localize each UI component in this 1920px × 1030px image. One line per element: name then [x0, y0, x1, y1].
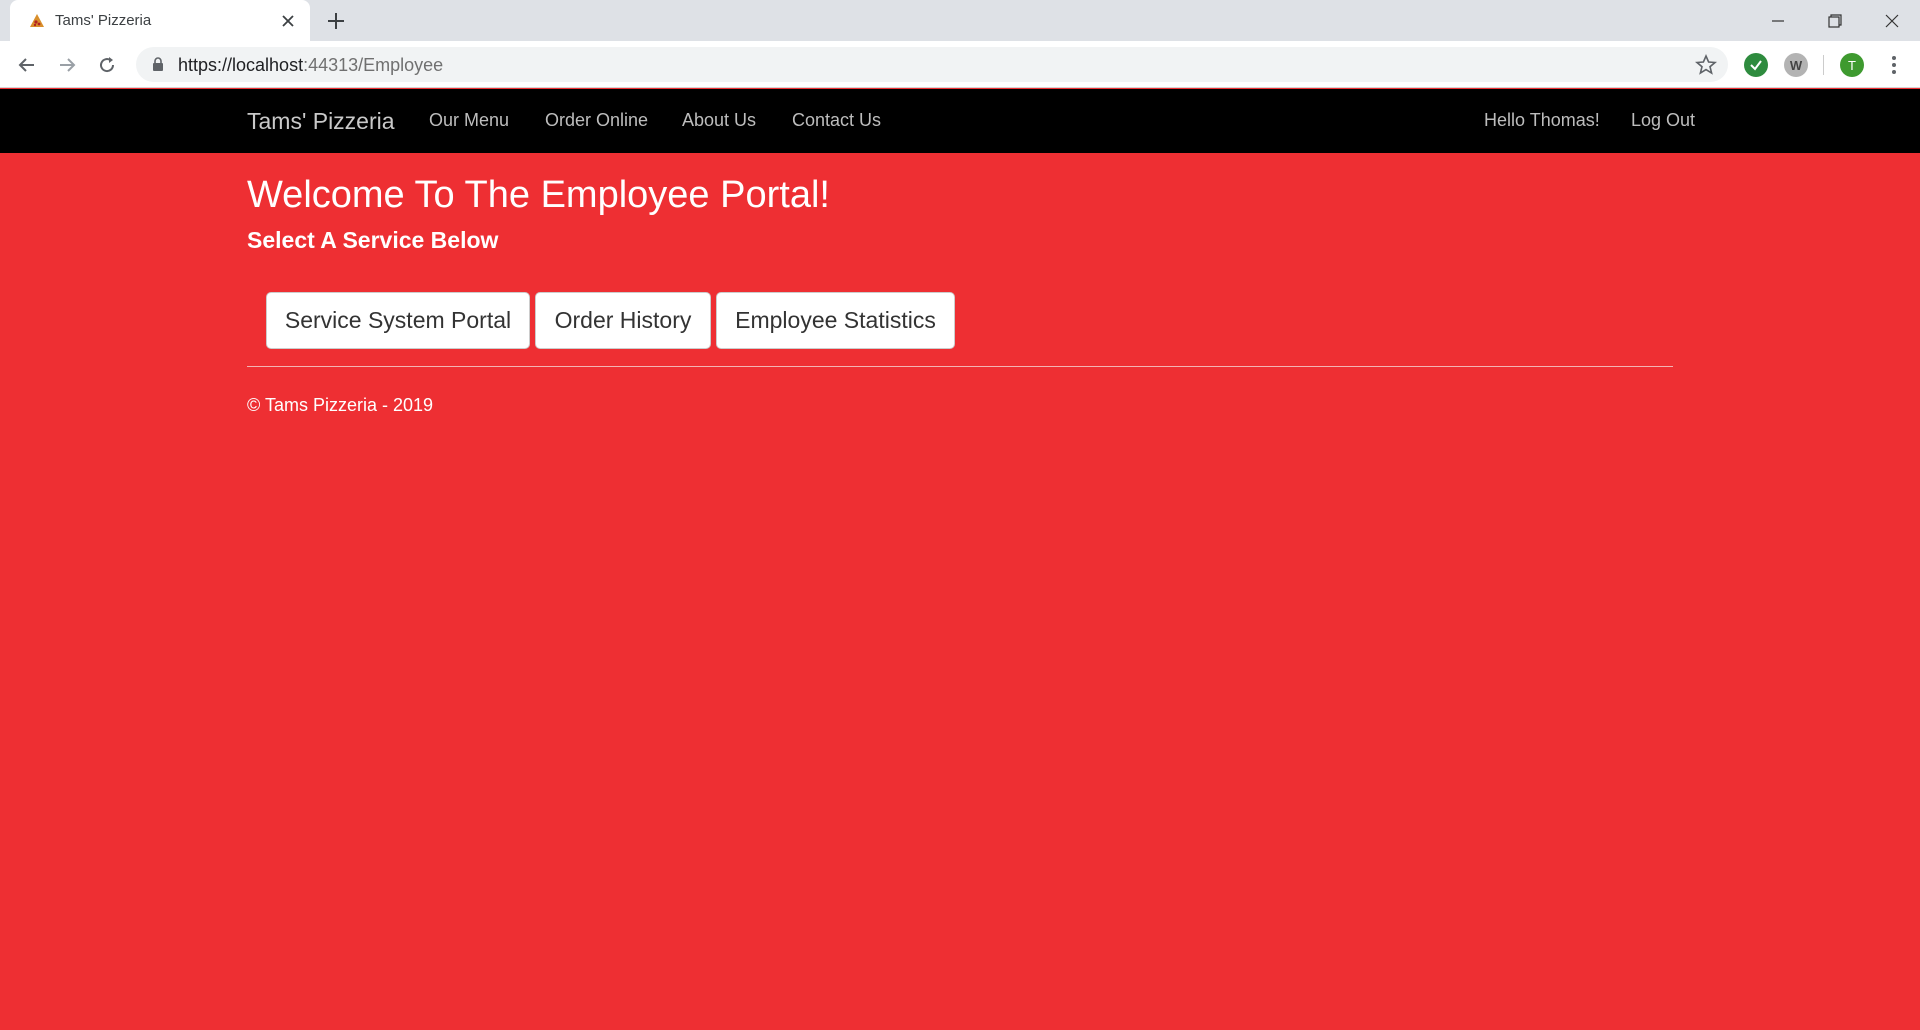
new-tab-icon[interactable]: [324, 9, 348, 33]
url-text: https://localhost:44313/Employee: [178, 55, 443, 76]
restore-window-button[interactable]: [1806, 0, 1863, 41]
browser-tab-strip: Tams' Pizzeria: [0, 0, 1920, 41]
extension-w-icon[interactable]: W: [1784, 53, 1808, 77]
reload-button[interactable]: [93, 51, 121, 79]
back-button[interactable]: [13, 51, 41, 79]
close-tab-icon[interactable]: [278, 11, 298, 31]
nav-link-order-online[interactable]: Order Online: [545, 110, 648, 131]
footer-divider: [247, 366, 1673, 367]
page-subtitle: Select A Service Below: [247, 227, 499, 253]
reload-icon: [100, 57, 115, 73]
url-path: :44313/Employee: [303, 55, 444, 75]
footer-copyright: © Tams Pizzeria - 2019: [247, 395, 434, 415]
logout-link[interactable]: Log Out: [1631, 110, 1695, 131]
close-window-button[interactable]: [1863, 0, 1920, 41]
minimize-window-button[interactable]: [1749, 0, 1806, 41]
order-history-button[interactable]: Order History: [535, 292, 711, 349]
pizza-favicon-icon: [30, 14, 44, 27]
arrow-left-icon: [18, 58, 34, 72]
nav-link-our-menu[interactable]: Our Menu: [429, 110, 509, 131]
site-navbar: Tams' Pizzeria Our Menu Order Online Abo…: [0, 89, 1920, 153]
employee-statistics-button[interactable]: Employee Statistics: [716, 292, 955, 349]
arrow-right-icon: [60, 58, 76, 72]
lock-icon: [153, 57, 163, 71]
nav-link-about-us[interactable]: About Us: [682, 110, 756, 131]
tab-title: Tams' Pizzeria: [55, 12, 152, 29]
user-greeting-link[interactable]: Hello Thomas!: [1484, 110, 1600, 131]
address-bar[interactable]: https://localhost:44313/Employee: [136, 47, 1728, 82]
url-host: https://localhost: [178, 55, 304, 75]
page-title: Welcome To The Employee Portal!: [247, 174, 830, 216]
browser-tab[interactable]: Tams' Pizzeria: [10, 0, 310, 41]
bookmark-star-icon[interactable]: [1694, 53, 1718, 77]
minimize-icon: [1771, 19, 1784, 22]
toolbar-separator: [1823, 55, 1824, 75]
browser-toolbar: https://localhost:44313/Employee W T: [0, 41, 1920, 88]
extension-check-icon[interactable]: [1744, 53, 1768, 77]
service-system-portal-button[interactable]: Service System Portal: [266, 292, 530, 349]
nav-link-contact-us[interactable]: Contact Us: [792, 110, 881, 131]
restore-icon: [1827, 13, 1842, 28]
browser-menu-icon[interactable]: [1882, 53, 1906, 77]
forward-button[interactable]: [53, 51, 81, 79]
profile-avatar[interactable]: T: [1840, 53, 1864, 77]
close-icon: [1885, 14, 1898, 27]
checkmark-icon: [1750, 60, 1762, 71]
brand-link[interactable]: Tams' Pizzeria: [247, 108, 395, 135]
